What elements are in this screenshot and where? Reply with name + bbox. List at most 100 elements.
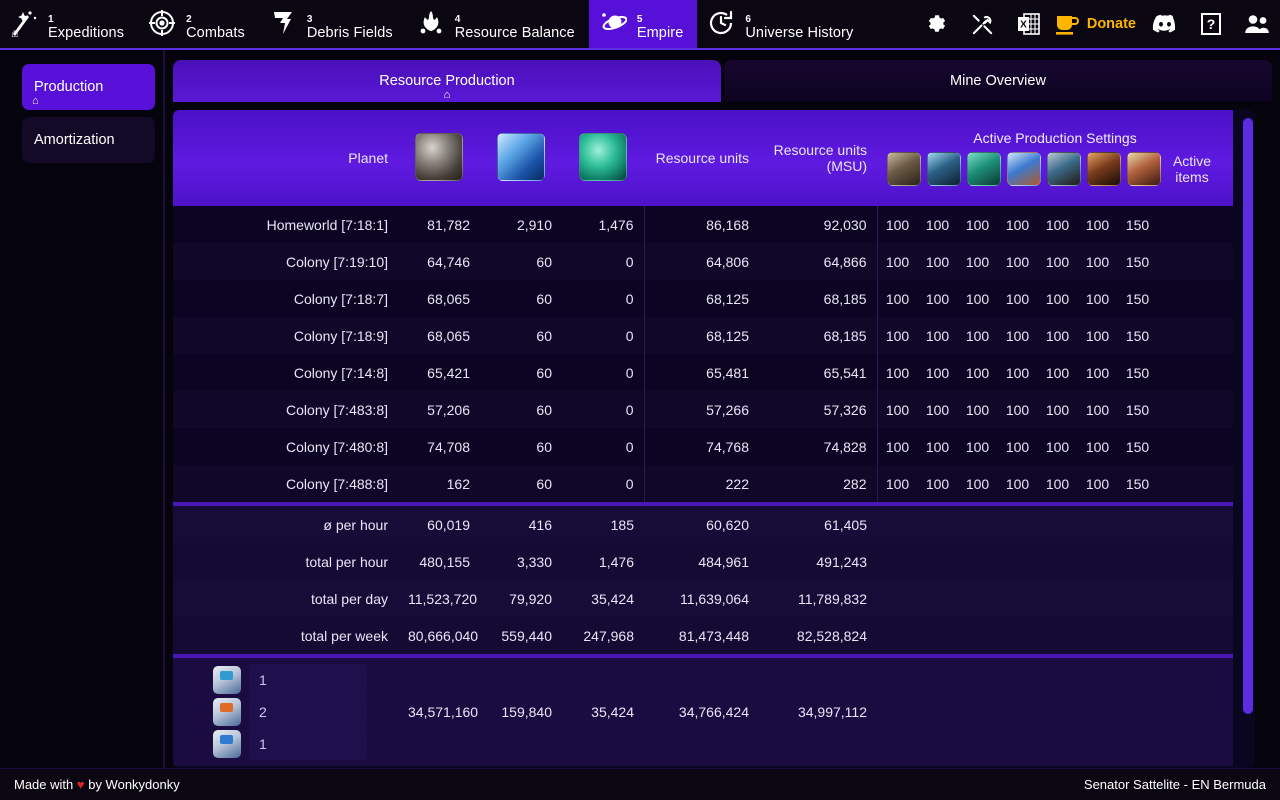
- aps-value-4[interactable]: 100: [1038, 476, 1078, 492]
- aps-value-6[interactable]: 150: [1118, 217, 1158, 233]
- aps-value-6[interactable]: 150: [1118, 439, 1158, 455]
- crystal-mine-icon[interactable]: [1007, 152, 1041, 186]
- aps-value-1[interactable]: 100: [918, 365, 958, 381]
- aps-value-0[interactable]: 100: [878, 476, 918, 492]
- cell-resource-units: 68,125: [643, 280, 759, 317]
- aps-value-1[interactable]: 100: [918, 402, 958, 418]
- aps-value-6[interactable]: 150: [1118, 476, 1158, 492]
- nav-tab-resource-balance[interactable]: 4 Resource Balance: [407, 0, 589, 48]
- aps-value-4[interactable]: 100: [1038, 254, 1078, 270]
- settings-icon[interactable]: [914, 0, 960, 48]
- users-icon[interactable]: [1234, 0, 1280, 48]
- deuterium-synthesizer-icon[interactable]: [1047, 152, 1081, 186]
- crawler-icon[interactable]: [1127, 152, 1161, 186]
- table-row[interactable]: Homeworld [7:18:1] 81,782 2,910 1,476 86,168…: [173, 206, 1233, 243]
- aps-value-0[interactable]: 100: [878, 254, 918, 270]
- table-row[interactable]: Colony [7:18:9] 68,065 60 0 68,125 68,185 100 1…: [173, 317, 1233, 354]
- list-item[interactable]: 1: [213, 728, 398, 760]
- aps-value-1[interactable]: 100: [918, 439, 958, 455]
- aps-value-5[interactable]: 100: [1078, 365, 1118, 381]
- aps-value-2[interactable]: 100: [958, 402, 998, 418]
- aps-value-5[interactable]: 100: [1078, 291, 1118, 307]
- aps-value-3[interactable]: 100: [998, 476, 1038, 492]
- tab-mine-overview[interactable]: Mine Overview: [724, 60, 1272, 102]
- aps-value-0[interactable]: 100: [878, 328, 918, 344]
- aps-value-4[interactable]: 100: [1038, 291, 1078, 307]
- donate-button[interactable]: Donate: [1052, 0, 1142, 48]
- panel-scrollbar-track[interactable]: [1243, 118, 1253, 762]
- aps-value-4[interactable]: 100: [1038, 365, 1078, 381]
- item-count: 1: [249, 664, 367, 696]
- aps-value-6[interactable]: 150: [1118, 254, 1158, 270]
- discord-icon[interactable]: [1142, 0, 1188, 48]
- nav-tab-universe-history[interactable]: 6 Universe History: [697, 0, 867, 48]
- aps-value-4[interactable]: 100: [1038, 439, 1078, 455]
- aps-value-5[interactable]: 100: [1078, 439, 1118, 455]
- panel-scrollbar-thumb[interactable]: [1243, 118, 1253, 714]
- fusion-reactor-icon[interactable]: [927, 152, 961, 186]
- cell-resource-units-msu: 282: [759, 465, 877, 502]
- table-row[interactable]: Colony [7:18:7] 68,065 60 0 68,125 68,185 100 1…: [173, 280, 1233, 317]
- aps-value-6[interactable]: 150: [1118, 328, 1158, 344]
- nav-tab-debris-fields[interactable]: 3 Debris Fields: [259, 0, 407, 48]
- aps-value-2[interactable]: 100: [958, 217, 998, 233]
- donate-label: Donate: [1086, 16, 1136, 32]
- sidebar-item-production[interactable]: Production ⌂: [22, 64, 155, 110]
- tools-icon[interactable]: [960, 0, 1006, 48]
- tab-resource-production[interactable]: Resource Production ⌂: [173, 60, 721, 102]
- aps-value-6[interactable]: 150: [1118, 365, 1158, 381]
- aps-value-3[interactable]: 100: [998, 217, 1038, 233]
- aps-value-1[interactable]: 100: [918, 254, 958, 270]
- table-row[interactable]: Colony [7:14:8] 65,421 60 0 65,481 65,541 100 1…: [173, 354, 1233, 391]
- aps-value-2[interactable]: 100: [958, 476, 998, 492]
- sidebar-item-amortization[interactable]: Amortization: [22, 117, 155, 163]
- aps-value-3[interactable]: 100: [998, 365, 1038, 381]
- cell-active-production-settings: 100 100 100 100 100 100 150: [876, 391, 1233, 428]
- aps-value-0[interactable]: 100: [878, 439, 918, 455]
- aps-value-4[interactable]: 100: [1038, 328, 1078, 344]
- aps-value-6[interactable]: 150: [1118, 402, 1158, 418]
- table-row[interactable]: Colony [7:480:8] 74,708 60 0 74,768 74,828 100…: [173, 428, 1233, 465]
- summary-deuterium: 35,424: [562, 580, 644, 617]
- aps-value-5[interactable]: 100: [1078, 328, 1118, 344]
- solar-satellite-icon[interactable]: [1087, 152, 1121, 186]
- aps-value-2[interactable]: 100: [958, 254, 998, 270]
- table-row[interactable]: Colony [7:488:8] 162 60 0 222 282 100 100 100 100…: [173, 465, 1233, 502]
- metal-mine-icon[interactable]: [967, 152, 1001, 186]
- aps-value-5[interactable]: 100: [1078, 217, 1118, 233]
- aps-value-3[interactable]: 100: [998, 328, 1038, 344]
- aps-value-4[interactable]: 100: [1038, 217, 1078, 233]
- excel-export-icon[interactable]: X: [1006, 0, 1052, 48]
- aps-value-1[interactable]: 100: [918, 291, 958, 307]
- aps-value-0[interactable]: 100: [878, 365, 918, 381]
- aps-value-5[interactable]: 100: [1078, 402, 1118, 418]
- aps-value-0[interactable]: 100: [878, 402, 918, 418]
- aps-value-0[interactable]: 100: [878, 291, 918, 307]
- aps-value-4[interactable]: 100: [1038, 402, 1078, 418]
- aps-value-1[interactable]: 100: [918, 476, 958, 492]
- aps-value-1[interactable]: 100: [918, 328, 958, 344]
- table-row[interactable]: Colony [7:483:8] 57,206 60 0 57,266 57,326 100…: [173, 391, 1233, 428]
- nav-tab-combats[interactable]: 2 Combats: [138, 0, 259, 48]
- help-icon[interactable]: ?: [1188, 0, 1234, 48]
- nav-tab-empire[interactable]: 5 Empire: [588, 0, 698, 48]
- table-row[interactable]: Colony [7:19:10] 64,746 60 0 64,806 64,866 100…: [173, 243, 1233, 280]
- aps-value-3[interactable]: 100: [998, 439, 1038, 455]
- aps-value-5[interactable]: 100: [1078, 254, 1118, 270]
- aps-value-2[interactable]: 100: [958, 291, 998, 307]
- aps-value-2[interactable]: 100: [958, 365, 998, 381]
- aps-value-5[interactable]: 100: [1078, 476, 1118, 492]
- solar-plant-icon[interactable]: [887, 152, 921, 186]
- list-item[interactable]: 1: [213, 664, 398, 696]
- aps-value-2[interactable]: 100: [958, 328, 998, 344]
- aps-value-6[interactable]: 150: [1118, 291, 1158, 307]
- aps-value-1[interactable]: 100: [918, 217, 958, 233]
- list-item[interactable]: 2: [213, 696, 398, 728]
- nav-tab-expeditions[interactable]: ⌂ 1 Expeditions: [0, 0, 138, 48]
- aps-value-2[interactable]: 100: [958, 439, 998, 455]
- aps-value-3[interactable]: 100: [998, 254, 1038, 270]
- summary-row: total per week 80,666,040 559,440 247,968 81…: [173, 617, 1233, 654]
- aps-value-3[interactable]: 100: [998, 402, 1038, 418]
- aps-value-3[interactable]: 100: [998, 291, 1038, 307]
- aps-value-0[interactable]: 100: [878, 217, 918, 233]
